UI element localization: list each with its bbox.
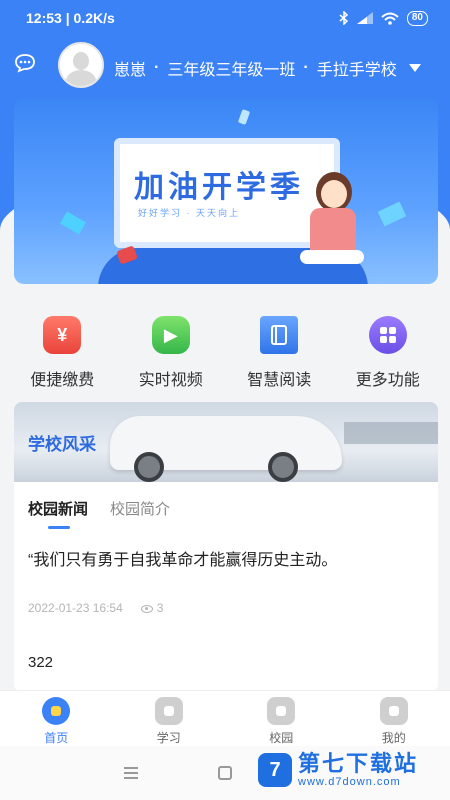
- func-label: 更多功能: [355, 372, 420, 389]
- school-style-title: 学校风采: [28, 435, 96, 454]
- news-item-views: 3: [156, 601, 164, 615]
- payment-icon: ¥: [43, 316, 82, 354]
- student-selector[interactable]: 崽崽 · 三年级三年级一班 · 手拉手学校: [114, 56, 421, 80]
- grid-glyph: [379, 327, 396, 343]
- func-label: 便捷缴费: [30, 372, 95, 389]
- func-video[interactable]: ▶ 实时视频: [121, 316, 221, 392]
- news-item-date: 2022-01-23 16:54: [28, 601, 123, 615]
- separator-dot: ·: [303, 59, 309, 76]
- news-tabs: 校园新闻 校园简介: [28, 498, 170, 529]
- nav-label: 我的: [381, 731, 406, 745]
- separator-dot: ·: [154, 59, 160, 76]
- girl-face: [321, 180, 347, 208]
- student-name: 崽崽: [114, 62, 147, 79]
- news-item-meta: 2022-01-23 16:54 3: [28, 601, 163, 615]
- watermark-text: 第七下载站 www.d7down.com: [298, 751, 419, 789]
- bottom-nav: 首页 学习 校园 我的: [0, 690, 450, 746]
- student-class: 三年级三年级一班: [167, 62, 296, 79]
- banner-board: 加油开学季 好好学习 · 天天向上: [114, 138, 340, 248]
- bluetooth-icon: [339, 11, 348, 25]
- menu-icon[interactable]: [124, 767, 138, 779]
- eye-icon: [140, 604, 153, 613]
- news-item-title[interactable]: “我们只有勇于自我革命才能赢得历史主动。: [28, 546, 337, 570]
- campus-icon: [267, 697, 296, 725]
- nav-label: 学习: [156, 731, 181, 745]
- home-icon: [42, 697, 71, 725]
- tab-campus-news[interactable]: 校园新闻: [28, 498, 88, 529]
- chevron-down-icon: [408, 64, 421, 72]
- home-button-icon[interactable]: [218, 766, 232, 780]
- banner-subtitle: 好好学习 · 天天向上: [138, 208, 240, 218]
- school-style-banner[interactable]: 学校风采: [14, 402, 438, 482]
- nav-study[interactable]: 学习: [119, 691, 219, 746]
- book-icon: [260, 316, 299, 354]
- avatar-head: [73, 52, 89, 70]
- status-bar: 12:53 | 0.2K/s 80: [0, 0, 450, 36]
- video-icon: ▶: [151, 316, 190, 354]
- func-reading[interactable]: 智慧阅读: [229, 316, 329, 392]
- nav-home[interactable]: 首页: [6, 691, 106, 746]
- car-wheel: [134, 452, 164, 482]
- status-left: 12:53 | 0.2K/s: [26, 10, 115, 26]
- news-item-title[interactable]: 322: [28, 654, 53, 671]
- girl-legs: [300, 250, 364, 264]
- nav-profile[interactable]: 我的: [344, 691, 444, 746]
- banner-carousel[interactable]: 加油开学季 好好学习 · 天天向上: [14, 98, 438, 284]
- student-school: 手拉手学校: [316, 62, 397, 79]
- home-icon-inner: [51, 706, 62, 716]
- watermark: 7 第七下载站 www.d7down.com: [258, 752, 418, 788]
- car-wheel: [268, 452, 298, 482]
- nav-label: 首页: [44, 731, 69, 745]
- avatar-body: [66, 70, 96, 86]
- signal-icon: [356, 12, 373, 24]
- watermark-logo: 7: [258, 753, 292, 787]
- chat-icon[interactable]: [14, 53, 36, 73]
- campus-icon-inner: [276, 706, 287, 716]
- watermark-title: 第七下载站: [298, 751, 419, 776]
- news-card: 学校风采 校园新闻 校园简介 “我们只有勇于自我革命才能赢得历史主动。 2022…: [14, 402, 438, 692]
- function-grid: ¥ 便捷缴费 ▶ 实时视频 智慧阅读 更多功能: [0, 316, 450, 392]
- func-label: 智慧阅读: [247, 372, 312, 389]
- book-glyph: [271, 325, 288, 345]
- profile-icon-inner: [388, 706, 399, 716]
- city-skyline: [344, 422, 438, 444]
- watermark-url: www.d7down.com: [298, 776, 401, 788]
- study-icon-inner: [163, 706, 174, 716]
- profile-icon: [379, 697, 408, 725]
- study-icon: [154, 697, 183, 725]
- decoration-book: [377, 201, 407, 227]
- decoration-gem: [237, 109, 251, 125]
- wifi-icon: [381, 12, 399, 25]
- battery-indicator: 80: [406, 10, 428, 26]
- tab-campus-intro[interactable]: 校园简介: [110, 498, 170, 529]
- nav-label: 校园: [269, 731, 294, 745]
- header: 崽崽 · 三年级三年级一班 · 手拉手学校: [0, 40, 450, 92]
- grid-icon: [368, 316, 407, 354]
- system-nav-bar: 7 第七下载站 www.d7down.com: [0, 746, 450, 800]
- status-separator: |: [65, 10, 74, 26]
- func-more[interactable]: 更多功能: [338, 316, 438, 392]
- status-network-speed: 0.2K/s: [73, 10, 115, 26]
- decoration-book: [59, 211, 87, 235]
- status-time: 12:53: [26, 10, 62, 26]
- banner-title: 加油开学季: [134, 170, 304, 205]
- avatar[interactable]: [58, 42, 104, 88]
- news-item-views-wrap: 3: [140, 601, 164, 615]
- status-right: 80: [339, 10, 428, 26]
- func-label: 实时视频: [138, 372, 203, 389]
- func-payment[interactable]: ¥ 便捷缴费: [12, 316, 112, 392]
- nav-campus[interactable]: 校园: [231, 691, 331, 746]
